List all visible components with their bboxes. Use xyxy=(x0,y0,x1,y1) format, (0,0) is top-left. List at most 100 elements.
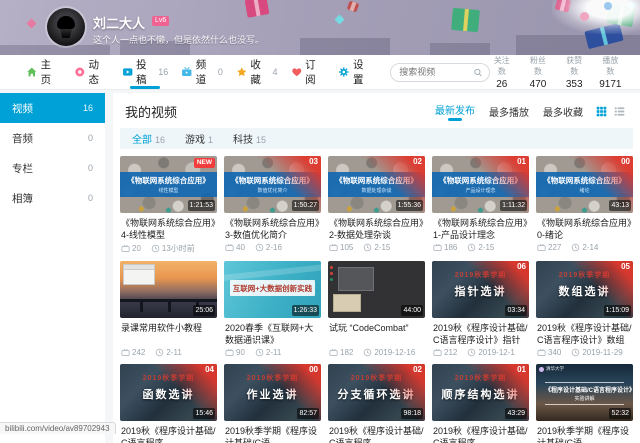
episode-badge: 01 xyxy=(517,365,526,374)
nav-item-channel[interactable]: 频道0 xyxy=(181,55,223,89)
page-title: 我的视频 xyxy=(125,102,177,121)
thumbnail-banner: 《物联网系统综合应用》线性模型 xyxy=(120,172,217,197)
video-card[interactable]: 《物联网系统综合应用》绪论0043:13《物联网系统综合应用》0-绪论2272-… xyxy=(536,156,633,254)
nav-item-home[interactable]: 主页 xyxy=(26,55,61,89)
nav-item-heart[interactable]: 订阅 xyxy=(291,55,326,89)
video-title[interactable]: 试玩 “CodeCombat” xyxy=(328,322,425,346)
video-thumbnail[interactable]: 2019秋季学期指针选讲0603:34 xyxy=(432,261,529,318)
video-title[interactable]: 2020春季《互联网+大数据通识课》 xyxy=(224,322,321,346)
stat-value: 353 xyxy=(563,79,586,90)
avatar[interactable] xyxy=(47,8,85,46)
play-count: 40 xyxy=(236,243,245,252)
stat-2[interactable]: 获赞数353 xyxy=(563,55,586,90)
video-card[interactable]: 44:00试玩 “CodeCombat”1822019-12-16 xyxy=(328,261,425,357)
play-count-icon xyxy=(329,348,338,357)
sidebar-item-0[interactable]: 视频16 xyxy=(0,93,105,123)
video-thumbnail[interactable]: 2019秋季学期数组选讲051:15:09 xyxy=(536,261,633,318)
play-count-group: 242 xyxy=(121,348,145,357)
video-thumbnail[interactable]: 25:06 xyxy=(120,261,217,318)
video-title[interactable]: 《物联网系统综合应用》4-线性模型 xyxy=(120,217,217,241)
play-count-icon xyxy=(329,243,338,252)
clock-icon xyxy=(571,348,580,357)
video-card[interactable]: 2019秋季学期数组选讲051:15:09 2019秋《程序设计基础/C语言程序设… xyxy=(536,261,633,357)
video-thumbnail[interactable]: 2019秋季学期作业选讲0082:57 xyxy=(224,364,321,421)
video-title[interactable]: 2019秋《程序设计基础/C语言程序 xyxy=(328,425,425,443)
grid-view-icon[interactable] xyxy=(596,106,607,117)
video-thumbnail[interactable]: 《物联网系统综合应用》绪论0043:13 xyxy=(536,156,633,213)
clock-icon xyxy=(255,243,264,252)
stat-label: 关注数 xyxy=(490,55,513,77)
nav-item-gear[interactable]: 设置 xyxy=(338,55,373,89)
video-card[interactable]: 2019秋季学期顺序结构选讲0143:29 2019秋《程序设计基础/C语言程序 xyxy=(432,364,529,443)
upload-date: 2-16 xyxy=(266,243,282,252)
video-title[interactable]: 2019秋《程序设计基础/C语言程序 xyxy=(432,425,529,443)
sort-option-0[interactable]: 最新发布 xyxy=(435,102,475,121)
video-title[interactable]: 2019秋《程序设计基础/C语言程序设计》数组选讲 xyxy=(536,322,633,346)
video-title[interactable]: 《物联网系统综合应用》2-数据处理杂谈 xyxy=(328,217,425,241)
video-title[interactable]: 录课常用软件小教程 xyxy=(120,322,217,346)
video-title[interactable]: 《物联网系统综合应用》1-产品设计理念 xyxy=(432,217,529,241)
video-title[interactable]: 《物联网系统综合应用》0-绪论 xyxy=(536,217,633,241)
video-meta: 340 2019-11-29 xyxy=(536,348,633,357)
sidebar-item-count: 0 xyxy=(88,193,93,203)
video-card[interactable]: 2019秋季学期作业选讲0082:57 2019秋季学期《程序设计基础/C语 xyxy=(224,364,321,443)
stat-3[interactable]: 播放数9171 xyxy=(599,55,622,90)
video-thumbnail[interactable]: 《物联网系统综合应用》数据处理杂谈021:55:36 xyxy=(328,156,425,213)
video-card[interactable]: 25:06录课常用软件小教程2422-11 xyxy=(120,261,217,357)
filter-1[interactable]: 游戏1 xyxy=(185,131,213,146)
video-title[interactable]: 2019秋《程序设计基础/C语言程序 xyxy=(120,425,217,443)
video-thumbnail[interactable]: 《物联网系统综合应用》线性模型NEW1:21:53 xyxy=(120,156,217,213)
search-box[interactable] xyxy=(390,63,490,82)
sidebar-item-1[interactable]: 音频0 xyxy=(0,123,105,153)
duration-label: 1:15:09 xyxy=(604,305,631,316)
stat-0[interactable]: 关注数26 xyxy=(490,55,513,90)
video-title[interactable]: 《物联网系统综合应用》3-数值优化简介 xyxy=(224,217,321,241)
video-card[interactable]: 2019秋季学期指针选讲0603:34 2019秋《程序设计基础/C语言程序设计》… xyxy=(432,261,529,357)
upload-date: 2019-11-29 xyxy=(582,348,622,357)
video-thumbnail[interactable]: 2019秋季学期分支循环选讲0298:18 xyxy=(328,364,425,421)
video-card[interactable]: 《物联网系统综合应用》线性模型NEW1:21:53 《物联网系统综合应用》4-线性… xyxy=(120,156,217,254)
filter-0[interactable]: 全部16 xyxy=(132,131,165,146)
duration-label: 15:46 xyxy=(193,408,215,419)
sort-option-2[interactable]: 最多收藏 xyxy=(543,104,583,119)
episode-badge: 00 xyxy=(309,365,318,374)
search-icon[interactable] xyxy=(473,67,483,78)
upload-date-group: 2019-12-1 xyxy=(467,348,514,357)
video-thumbnail[interactable]: 2019秋季学期函数选讲0415:46 xyxy=(120,364,217,421)
list-view-icon[interactable] xyxy=(614,106,625,117)
video-card[interactable]: 2019秋季学期分支循环选讲0298:18 2019秋《程序设计基础/C语言程序 xyxy=(328,364,425,443)
video-thumbnail[interactable]: 《物联网系统综合应用》数值优化简介031:50:27 xyxy=(224,156,321,213)
nav-item-label: 动态 xyxy=(88,57,108,87)
clock-icon xyxy=(155,348,164,357)
video-thumbnail[interactable]: 44:00 xyxy=(328,261,425,318)
play-count: 105 xyxy=(340,243,353,252)
play-count: 90 xyxy=(236,348,245,357)
filter-2[interactable]: 科技15 xyxy=(233,131,266,146)
stat-1[interactable]: 粉丝数470 xyxy=(526,55,549,90)
video-card[interactable]: 互联网+大数据创新实践1:26:332020春季《互联网+大数据通识课》902-… xyxy=(224,261,321,357)
video-thumbnail[interactable]: 《物联网系统综合应用》产品设计理念011:11:32 xyxy=(432,156,529,213)
video-thumbnail[interactable]: 互联网+大数据创新实践1:26:33 xyxy=(224,261,321,318)
video-title[interactable]: 2019秋《程序设计基础/C语言程序设计》指针选讲 xyxy=(432,322,529,346)
video-thumbnail[interactable]: 清华大学《程序设计基础/C语言程序设计》实验讲解52:32 xyxy=(536,364,633,421)
play-count-group: 340 xyxy=(537,348,561,357)
video-card[interactable]: 2019秋季学期函数选讲0415:46 2019秋《程序设计基础/C语言程序 xyxy=(120,364,217,443)
nav-item-star[interactable]: 收藏4 xyxy=(236,55,278,89)
username[interactable]: 刘二大人 xyxy=(93,13,145,32)
filter-label: 全部 xyxy=(132,135,152,146)
video-title[interactable]: 2019秋季学期《程序设计基础/C语 xyxy=(224,425,321,443)
video-thumbnail[interactable]: 2019秋季学期顺序结构选讲0143:29 xyxy=(432,364,529,421)
thumbnail-title-text: 《程序设计基础/C语言程序设计》 xyxy=(545,385,624,394)
video-card[interactable]: 《物联网系统综合应用》数值优化简介031:50:27 《物联网系统综合应用》3-数… xyxy=(224,156,321,254)
video-title[interactable]: 2019秋季学期《程序设计基础/C语 xyxy=(536,425,633,443)
search-input[interactable] xyxy=(397,66,473,78)
video-card[interactable]: 《物联网系统综合应用》数据处理杂谈021:55:36 《物联网系统综合应用》2-数… xyxy=(328,156,425,254)
sort-options: 最新发布最多播放最多收藏 xyxy=(435,102,583,121)
video-card[interactable]: 清华大学《程序设计基础/C语言程序设计》实验讲解52:32 2019秋季学期《程序… xyxy=(536,364,633,443)
sidebar-item-3[interactable]: 相簿0 xyxy=(0,183,105,213)
video-card[interactable]: 《物联网系统综合应用》产品设计理念011:11:32 《物联网系统综合应用》1-产… xyxy=(432,156,529,254)
nav-item-dynamics[interactable]: 动态 xyxy=(74,55,109,89)
sort-option-1[interactable]: 最多播放 xyxy=(489,104,529,119)
nav-item-video-upload[interactable]: 投稿16 xyxy=(122,55,168,89)
sidebar-item-2[interactable]: 专栏0 xyxy=(0,153,105,183)
